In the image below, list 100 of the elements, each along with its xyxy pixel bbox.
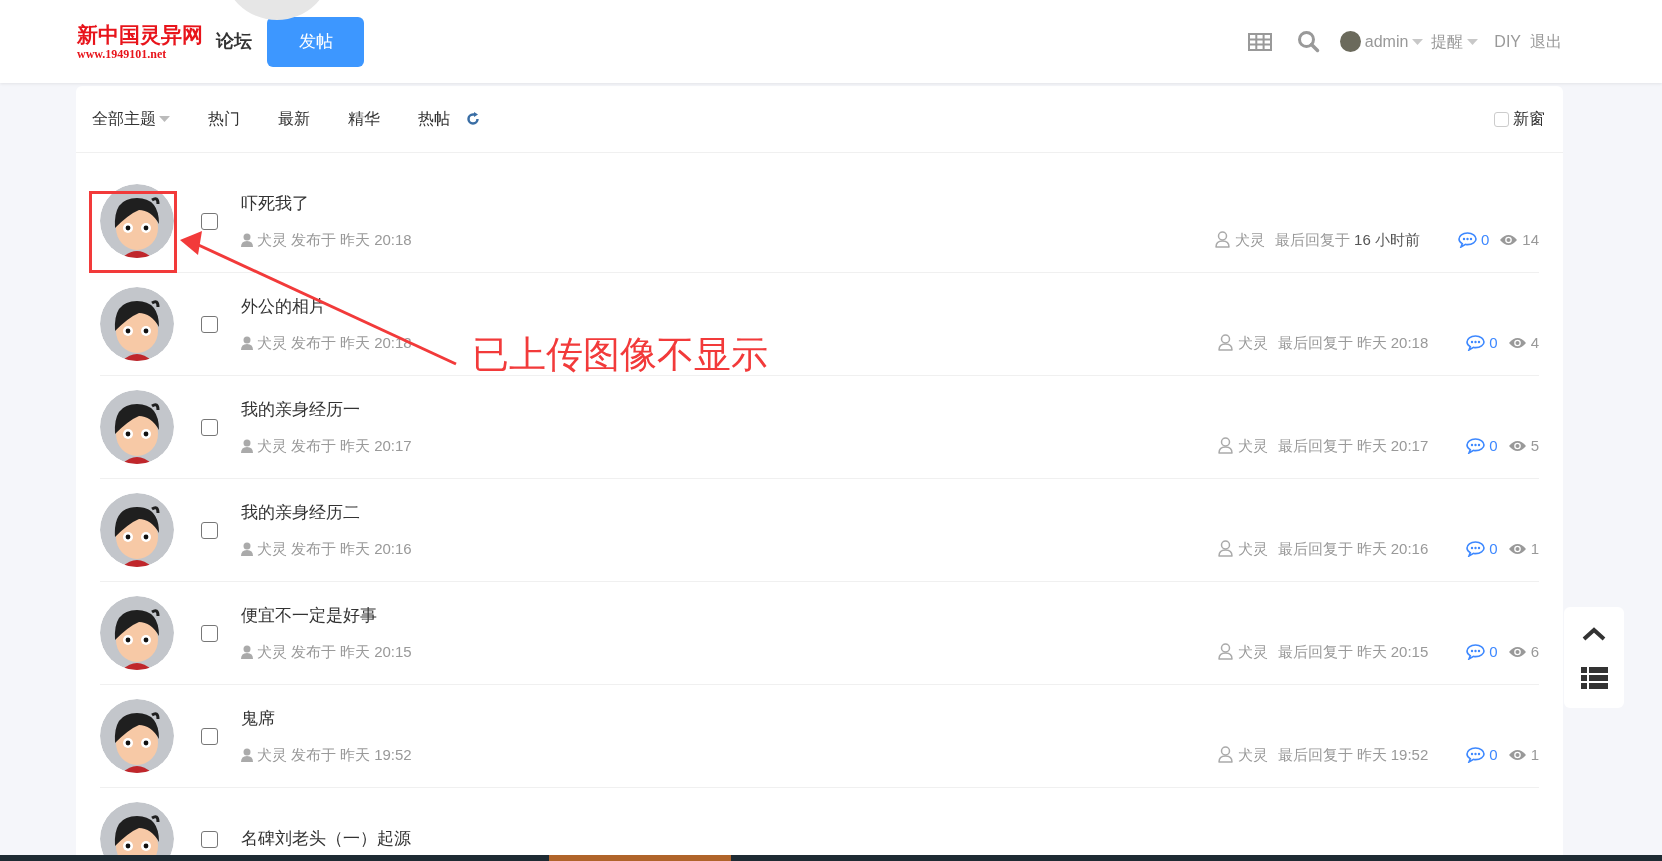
last-reply-label: 最后回复于 (1275, 230, 1351, 249)
author-name[interactable]: 犬灵 (257, 745, 287, 764)
author-name[interactable]: 犬灵 (257, 436, 287, 455)
posted-time: 昨天 20:17 (340, 436, 412, 455)
user-outline-icon (1215, 231, 1231, 248)
filter-tab[interactable]: 热门 (208, 107, 240, 131)
row-checkbox[interactable] (201, 418, 218, 436)
posted-label: 发布于 (291, 333, 336, 352)
thread-title[interactable]: 我的亲身经历二 (241, 502, 360, 523)
comment-icon (1457, 231, 1477, 248)
forum-link[interactable]: 论坛 (216, 28, 252, 55)
last-replier-name[interactable]: 犬灵 (1237, 539, 1268, 558)
thread-title[interactable]: 名碑刘老头（一）起源 (241, 829, 411, 849)
new-post-button[interactable]: 发帖 (267, 16, 364, 67)
posted-time: 昨天 19:52 (340, 745, 412, 764)
last-replier-name[interactable]: 犬灵 (1237, 745, 1268, 764)
thread-title[interactable]: 鬼席 (241, 708, 275, 729)
reply-count: 0 (1480, 230, 1490, 249)
search-icon[interactable] (1296, 30, 1320, 53)
reply-count: 0 (1489, 539, 1498, 558)
comment-icon (1466, 437, 1486, 454)
eye-icon (1507, 645, 1527, 658)
posted-time: 昨天 20:15 (340, 642, 412, 661)
reply-count: 0 (1489, 642, 1498, 661)
comment-icon (1466, 643, 1486, 660)
filter-tab[interactable]: 最新 (278, 107, 310, 131)
filter-tab[interactable]: 热帖 (418, 107, 450, 131)
posted-time: 昨天 20:16 (340, 539, 412, 558)
thread-title[interactable]: 我的亲身经历一 (241, 399, 360, 420)
author-name[interactable]: 犬灵 (257, 333, 287, 352)
logo-title[interactable]: 新中国灵异网 (77, 22, 203, 47)
view-count: 14 (1522, 230, 1539, 249)
new-window-checkbox[interactable] (1494, 111, 1509, 127)
row-checkbox[interactable] (201, 315, 218, 333)
user-outline-icon (1217, 334, 1233, 351)
diy-link[interactable]: DIY (1494, 29, 1521, 54)
last-replier-name[interactable]: 犬灵 (1235, 230, 1266, 249)
eye-icon (1507, 542, 1527, 555)
comment-icon (1466, 540, 1486, 557)
user-icon (241, 232, 253, 247)
row-checkbox[interactable] (201, 727, 218, 745)
user-avatar[interactable] (1339, 31, 1361, 52)
author-name[interactable]: 犬灵 (257, 642, 287, 661)
reply-count: 0 (1489, 333, 1498, 352)
row-checkbox[interactable] (201, 212, 218, 230)
filter-tab[interactable]: 全部主题 (92, 107, 170, 131)
back-to-top-icon[interactable] (1582, 626, 1606, 641)
new-window-label: 新窗 (1513, 109, 1545, 129)
row-checkbox[interactable] (201, 624, 218, 642)
last-reply-time: 16 小时前 (1354, 230, 1420, 249)
reply-count: 0 (1489, 745, 1498, 764)
last-reply-time: 昨天 19:52 (1356, 745, 1429, 764)
last-reply-label: 最后回复于 (1277, 745, 1353, 764)
caret-icon (1467, 38, 1479, 45)
last-reply-time: 昨天 20:15 (1356, 642, 1429, 661)
caret-icon (1412, 38, 1424, 45)
user-icon (241, 335, 253, 350)
last-replier-name[interactable]: 犬灵 (1237, 333, 1268, 352)
eye-icon (1507, 748, 1527, 761)
row-checkbox[interactable] (201, 521, 218, 539)
last-reply-time: 昨天 20:17 (1356, 436, 1429, 455)
notice-menu[interactable]: 提醒 (1431, 29, 1464, 54)
reply-count: 0 (1489, 436, 1498, 455)
eye-icon (1507, 336, 1527, 349)
thread-title[interactable]: 吓死我了 (241, 193, 309, 214)
last-reply-label: 最后回复于 (1277, 539, 1353, 558)
thread-title[interactable]: 便宜不一定是好事 (241, 605, 377, 626)
author-name[interactable]: 犬灵 (257, 539, 287, 558)
last-reply-label: 最后回复于 (1277, 436, 1353, 455)
last-replier-name[interactable]: 犬灵 (1237, 436, 1268, 455)
comment-icon (1466, 746, 1486, 763)
user-icon (241, 747, 253, 762)
list-icon[interactable] (1580, 666, 1608, 689)
posted-label: 发布于 (291, 436, 336, 455)
user-outline-icon (1217, 437, 1233, 454)
last-replier-name[interactable]: 犬灵 (1237, 642, 1268, 661)
last-reply-label: 最后回复于 (1277, 333, 1353, 352)
filter-tab[interactable]: 精华 (348, 107, 380, 131)
view-count: 4 (1530, 333, 1539, 352)
posted-label: 发布于 (291, 642, 336, 661)
eye-icon (1507, 439, 1527, 452)
view-count: 5 (1530, 436, 1539, 455)
user-outline-icon (1217, 746, 1233, 763)
posted-time: 昨天 20:18 (340, 230, 412, 249)
logout-link[interactable]: 退出 (1530, 29, 1562, 54)
last-reply-time: 昨天 20:18 (1356, 333, 1429, 352)
logo-url: www.1949101.net (77, 46, 167, 61)
row-checkbox[interactable] (201, 830, 218, 848)
refresh-icon[interactable] (466, 112, 480, 126)
last-reply-time: 昨天 20:16 (1356, 539, 1429, 558)
posted-label: 发布于 (291, 745, 336, 764)
user-outline-icon (1217, 643, 1233, 660)
user-menu[interactable]: admin (1364, 29, 1409, 54)
posted-label: 发布于 (291, 539, 336, 558)
view-count: 1 (1530, 539, 1539, 558)
view-count: 1 (1530, 745, 1539, 764)
grid-icon[interactable] (1247, 32, 1272, 51)
comment-icon (1466, 334, 1486, 351)
annotation-text: 已上传图像不显示 (472, 333, 768, 377)
author-name[interactable]: 犬灵 (257, 230, 287, 249)
